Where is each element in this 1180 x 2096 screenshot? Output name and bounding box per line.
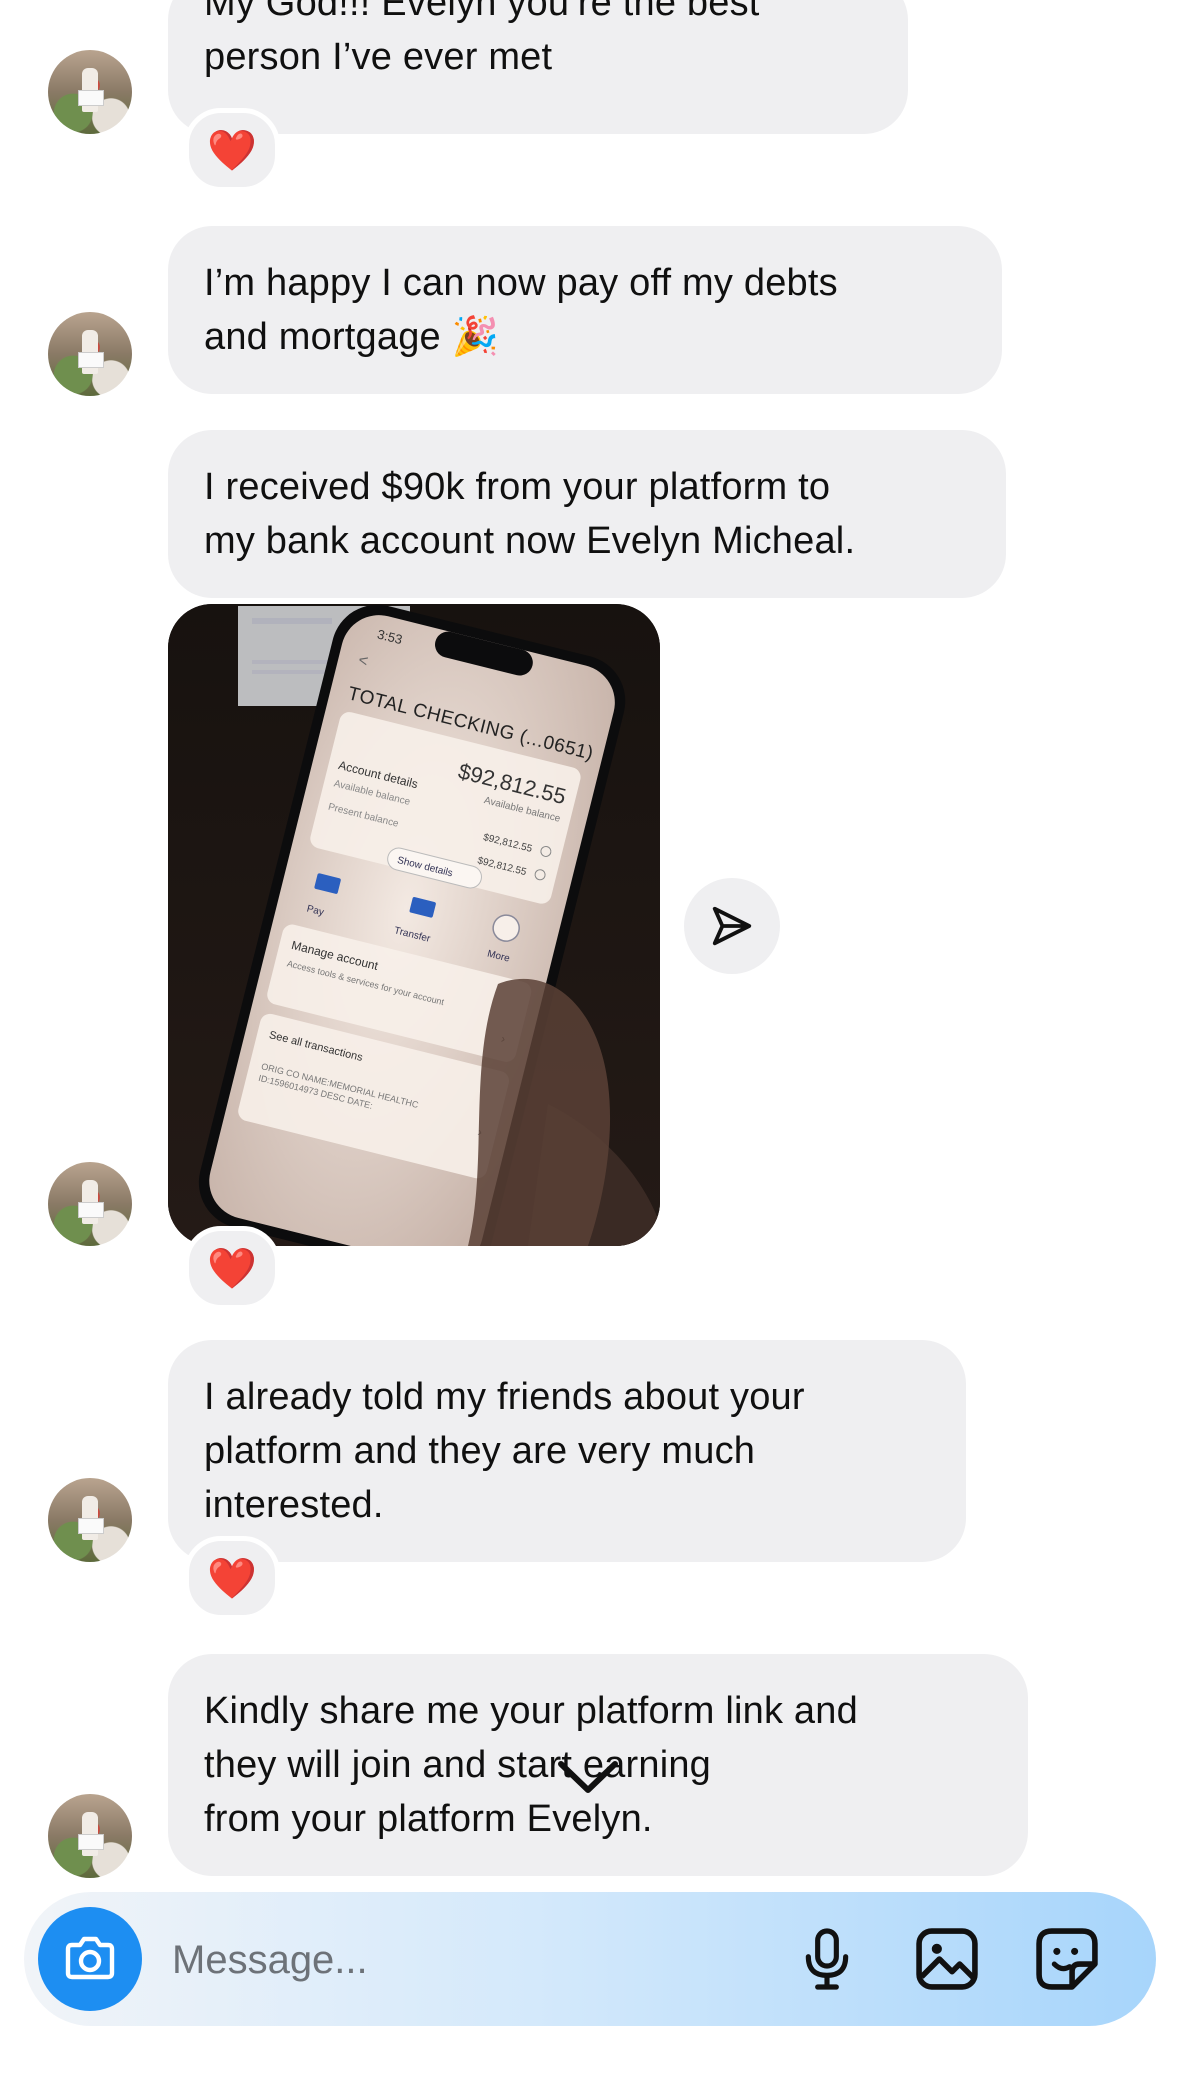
sticker-button[interactable] (1024, 1916, 1110, 2002)
avatar[interactable] (48, 1162, 132, 1246)
message-bubble[interactable]: I already told my friends about your pla… (168, 1340, 966, 1562)
share-button[interactable] (684, 878, 780, 974)
message-bubble[interactable]: I received $90k from your platform to my… (168, 430, 1006, 598)
bank-app-photo: 3:53 < TOTAL CHECKING (...0651) $92,812.… (168, 604, 660, 1246)
message-composer (24, 1892, 1156, 2026)
heart-reaction[interactable]: ❤️ (184, 1536, 280, 1620)
message-text: interested. (204, 1484, 384, 1526)
avatar[interactable] (48, 1794, 132, 1878)
microphone-icon (805, 1928, 849, 1990)
avatar[interactable] (48, 312, 132, 396)
sticker-icon (1036, 1928, 1098, 1990)
heart-icon: ❤️ (207, 1246, 257, 1291)
message-bubble[interactable]: I’m happy I can now pay off my debts and… (168, 226, 1002, 394)
message-bubble[interactable]: My God!!! Evelyn you’re the best person … (168, 0, 908, 134)
gallery-button[interactable] (904, 1916, 990, 2002)
avatar[interactable] (48, 50, 132, 134)
message-text: My God!!! Evelyn you’re the best (204, 0, 760, 24)
heart-reaction[interactable]: ❤️ (184, 108, 280, 192)
heart-icon: ❤️ (207, 128, 257, 173)
camera-button[interactable] (38, 1907, 142, 2011)
chevron-down-icon (558, 1761, 618, 1793)
paper-plane-icon (712, 906, 752, 946)
message-text: I received $90k from your platform to (204, 466, 831, 508)
message-text: and mortgage 🎉 (204, 316, 500, 358)
message-text: platform and they are very much (204, 1430, 756, 1472)
voice-message-button[interactable] (784, 1916, 870, 2002)
message-text: Kindly share me your platform link and (204, 1690, 858, 1732)
message-text: I already told my friends about your (204, 1376, 805, 1418)
scroll-to-bottom-button[interactable] (552, 1740, 624, 1812)
heart-icon: ❤️ (207, 1556, 257, 1601)
message-text: person I’ve ever met (204, 36, 553, 78)
photo-attachment[interactable]: 3:53 < TOTAL CHECKING (...0651) $92,812.… (168, 604, 660, 1246)
avatar[interactable] (48, 1478, 132, 1562)
message-text: my bank account now Evelyn Micheal. (204, 520, 856, 562)
camera-icon (65, 1936, 115, 1980)
image-icon (916, 1928, 978, 1990)
message-input[interactable] (170, 1926, 734, 1994)
message-text: I’m happy I can now pay off my debts (204, 262, 838, 304)
heart-reaction[interactable]: ❤️ (184, 1226, 280, 1310)
